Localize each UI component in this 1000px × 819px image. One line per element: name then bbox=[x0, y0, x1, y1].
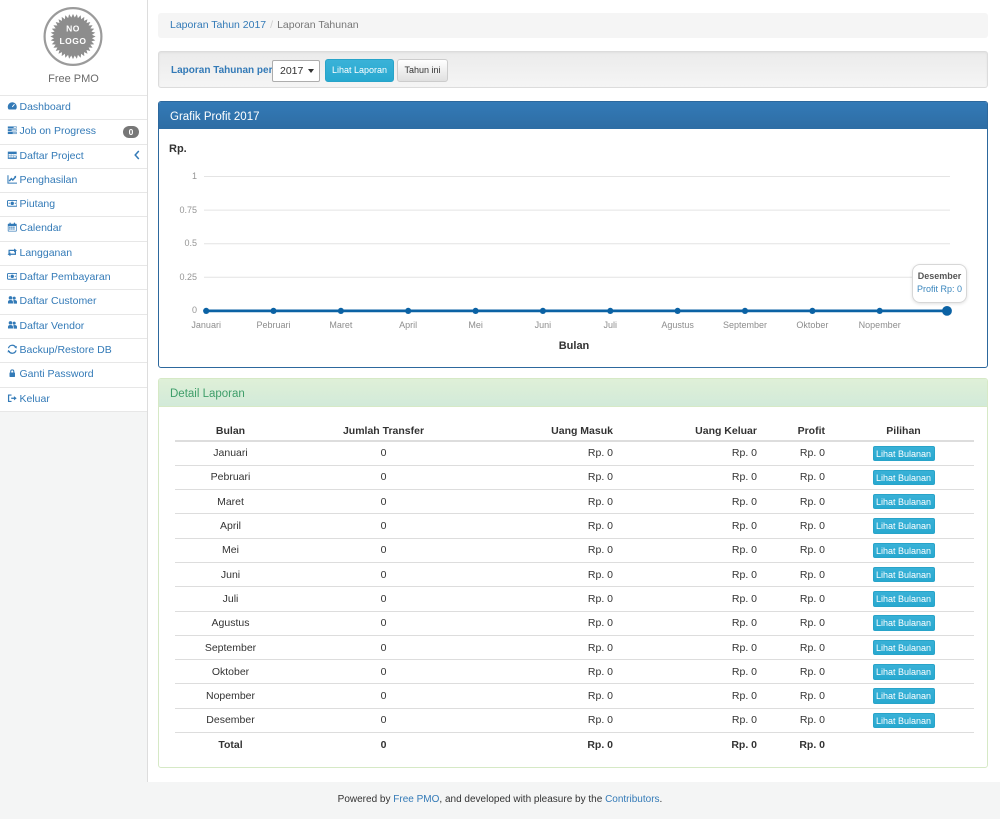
svg-text:LOGO: LOGO bbox=[59, 36, 86, 46]
svg-text:NO: NO bbox=[66, 24, 80, 34]
